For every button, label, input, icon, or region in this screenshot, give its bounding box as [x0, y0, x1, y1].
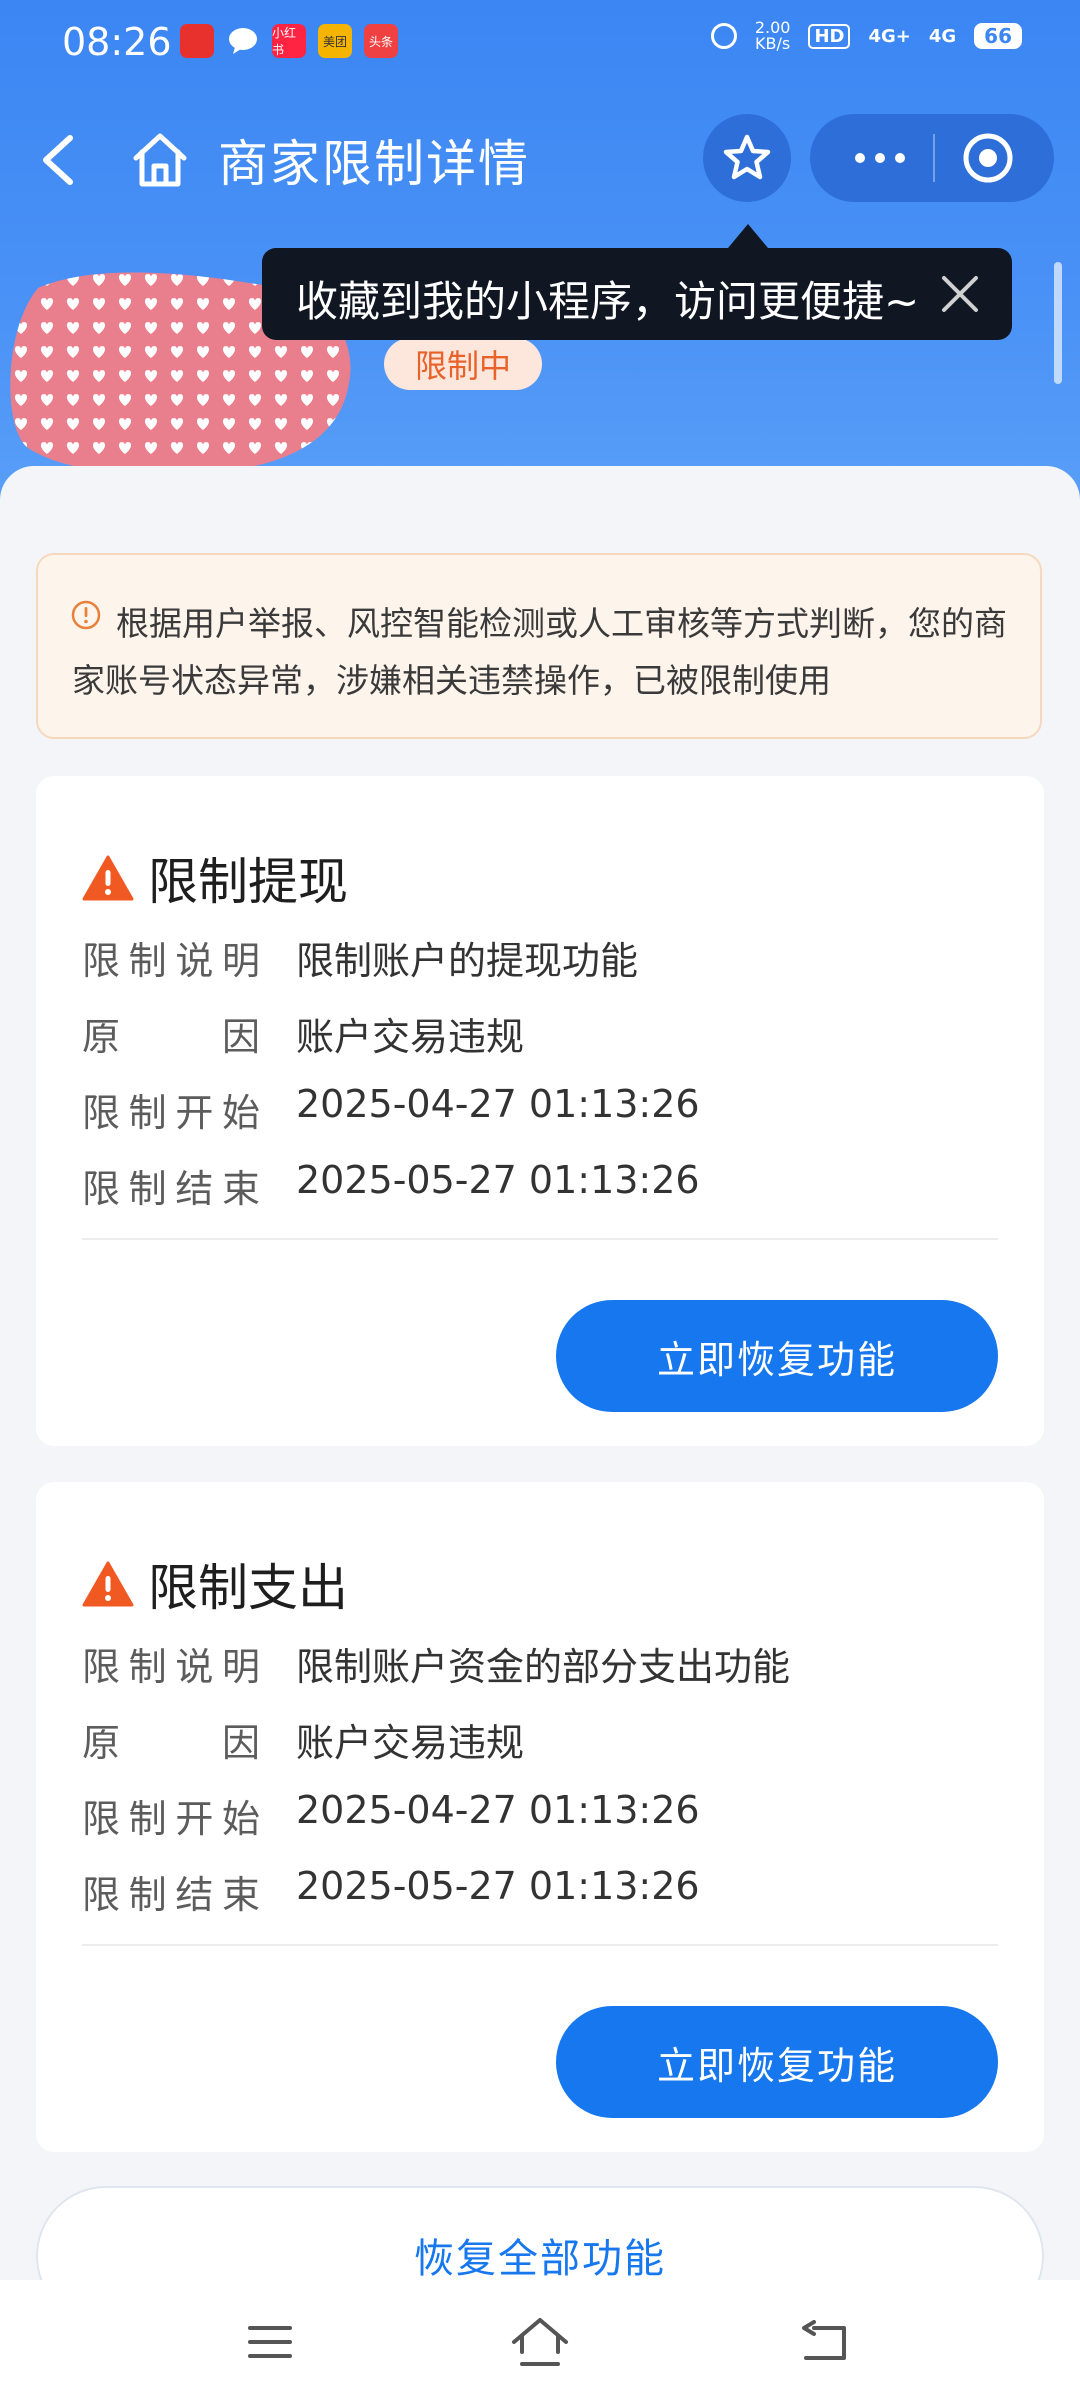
row-description: 限制说明 限制账户的提现功能: [82, 930, 639, 983]
row-end: 限制结束 2025-05-27 01:13:26: [82, 1158, 700, 1211]
meituan-icon: 美团: [318, 24, 352, 58]
row-end: 限制结束 2025-05-27 01:13:26: [82, 1864, 700, 1917]
tooltip-text: 收藏到我的小程序，访问更便捷~: [296, 277, 920, 326]
system-navigation-bar: [0, 2280, 1080, 2408]
close-mini-program-button[interactable]: [960, 130, 1016, 186]
label-start: 限制开始: [82, 1797, 262, 1841]
page-title: 商家限制详情: [218, 135, 530, 193]
card-title-text: 限制支出: [148, 1559, 348, 1617]
more-button[interactable]: [830, 114, 930, 202]
xiaohongshu-icon: 小红书: [272, 24, 306, 58]
warning-icon: [82, 1561, 134, 1607]
value-start: 2025-04-27 01:13:26: [296, 1788, 700, 1832]
more-dots-icon: [895, 153, 905, 163]
favorite-tooltip: 收藏到我的小程序，访问更便捷~: [262, 248, 1012, 340]
mini-program-navbar: 商家限制详情: [0, 110, 1080, 210]
star-icon: [723, 134, 771, 180]
row-description: 限制说明 限制账户资金的部分支出功能: [82, 1636, 791, 1689]
home-icon: [512, 2318, 568, 2366]
status-bar: 08:26 小红书 美团 头条 2.00 KB/s HD 4G+ 4G 66: [0, 0, 1080, 88]
restore-spending-button[interactable]: 立即恢复功能: [556, 2006, 998, 2118]
battery-icon: 66: [974, 23, 1022, 49]
label-start: 限制开始: [82, 1091, 262, 1135]
signal-4g-icon: 4G: [928, 25, 957, 47]
value-description: 限制账户的提现功能: [296, 939, 639, 983]
hd-volte-icon: HD: [808, 23, 851, 49]
close-icon: [942, 276, 978, 312]
value-description: 限制账户资金的部分支出功能: [296, 1645, 791, 1689]
system-back-button[interactable]: [800, 2320, 848, 2364]
system-home-button[interactable]: [510, 2316, 570, 2368]
value-end: 2025-05-27 01:13:26: [296, 1158, 700, 1202]
card-divider: [82, 1944, 998, 1946]
more-dots-icon: [875, 153, 885, 163]
menu-icon: [248, 2326, 292, 2358]
value-reason: 账户交易违规: [296, 1721, 525, 1765]
status-time: 08:26: [62, 20, 172, 64]
network-speed: 2.00 KB/s: [754, 18, 791, 53]
label-reason: 原因: [82, 1721, 262, 1765]
row-start: 限制开始 2025-04-27 01:13:26: [82, 1788, 700, 1841]
app-notification-icon: [180, 24, 214, 58]
home-button[interactable]: [128, 128, 192, 192]
scrollbar[interactable]: [1054, 262, 1062, 384]
label-reason: 原因: [82, 1015, 262, 1059]
card-title-text: 限制提现: [148, 853, 348, 911]
row-reason: 原因 账户交易违规: [82, 1712, 525, 1765]
back-button[interactable]: [30, 128, 90, 192]
value-reason: 账户交易违规: [296, 1015, 525, 1059]
row-start: 限制开始 2025-04-27 01:13:26: [82, 1082, 700, 1135]
capsule-divider: [933, 134, 935, 182]
card-title: 限制提现: [82, 842, 348, 914]
signal-4g-plus-icon: 4G+: [868, 25, 911, 47]
card-divider: [82, 1238, 998, 1240]
value-start: 2025-04-27 01:13:26: [296, 1082, 700, 1126]
notice-text: 根据用户举报、风控智能检测或人工审核等方式判断，您的商家账号状态异常，涉嫌相关违…: [72, 604, 1007, 700]
warning-icon: [82, 855, 134, 901]
restriction-notice: 根据用户举报、风控智能检测或人工审核等方式判断，您的商家账号状态异常，涉嫌相关违…: [36, 553, 1042, 739]
chat-bubble-icon: [226, 24, 260, 58]
system-icons: 2.00 KB/s HD 4G+ 4G 66: [710, 18, 1022, 53]
recent-apps-button[interactable]: [248, 2322, 292, 2362]
tooltip-close-button[interactable]: [938, 272, 982, 316]
restriction-card-spending: 限制支出 限制说明 限制账户资金的部分支出功能 原因 账户交易违规 限制开始 2…: [36, 1482, 1044, 2152]
restriction-card-withdraw: 限制提现 限制说明 限制账户的提现功能 原因 账户交易违规 限制开始 2025-…: [36, 776, 1044, 1446]
value-end: 2025-05-27 01:13:26: [296, 1864, 700, 1908]
back-arrow-icon: [802, 2320, 846, 2360]
restore-withdraw-button[interactable]: 立即恢复功能: [556, 1300, 998, 1412]
row-reason: 原因 账户交易违规: [82, 1006, 525, 1059]
label-end: 限制结束: [82, 1873, 262, 1917]
toutiao-icon: 头条: [364, 24, 398, 58]
alarm-icon: [710, 23, 737, 49]
label-end: 限制结束: [82, 1167, 262, 1211]
status-badge: 限制中: [384, 338, 542, 390]
favorite-button[interactable]: [703, 114, 791, 202]
tooltip-arrow: [728, 224, 768, 248]
target-close-icon: [963, 133, 1013, 183]
label-description: 限制说明: [82, 939, 262, 983]
label-description: 限制说明: [82, 1645, 262, 1689]
home-icon: [133, 133, 187, 187]
more-dots-icon: [855, 153, 865, 163]
notification-icons: 小红书 美团 头条: [180, 24, 398, 58]
card-title: 限制支出: [82, 1548, 348, 1620]
mini-program-capsule: [810, 114, 1054, 202]
chevron-left-icon: [43, 135, 73, 185]
